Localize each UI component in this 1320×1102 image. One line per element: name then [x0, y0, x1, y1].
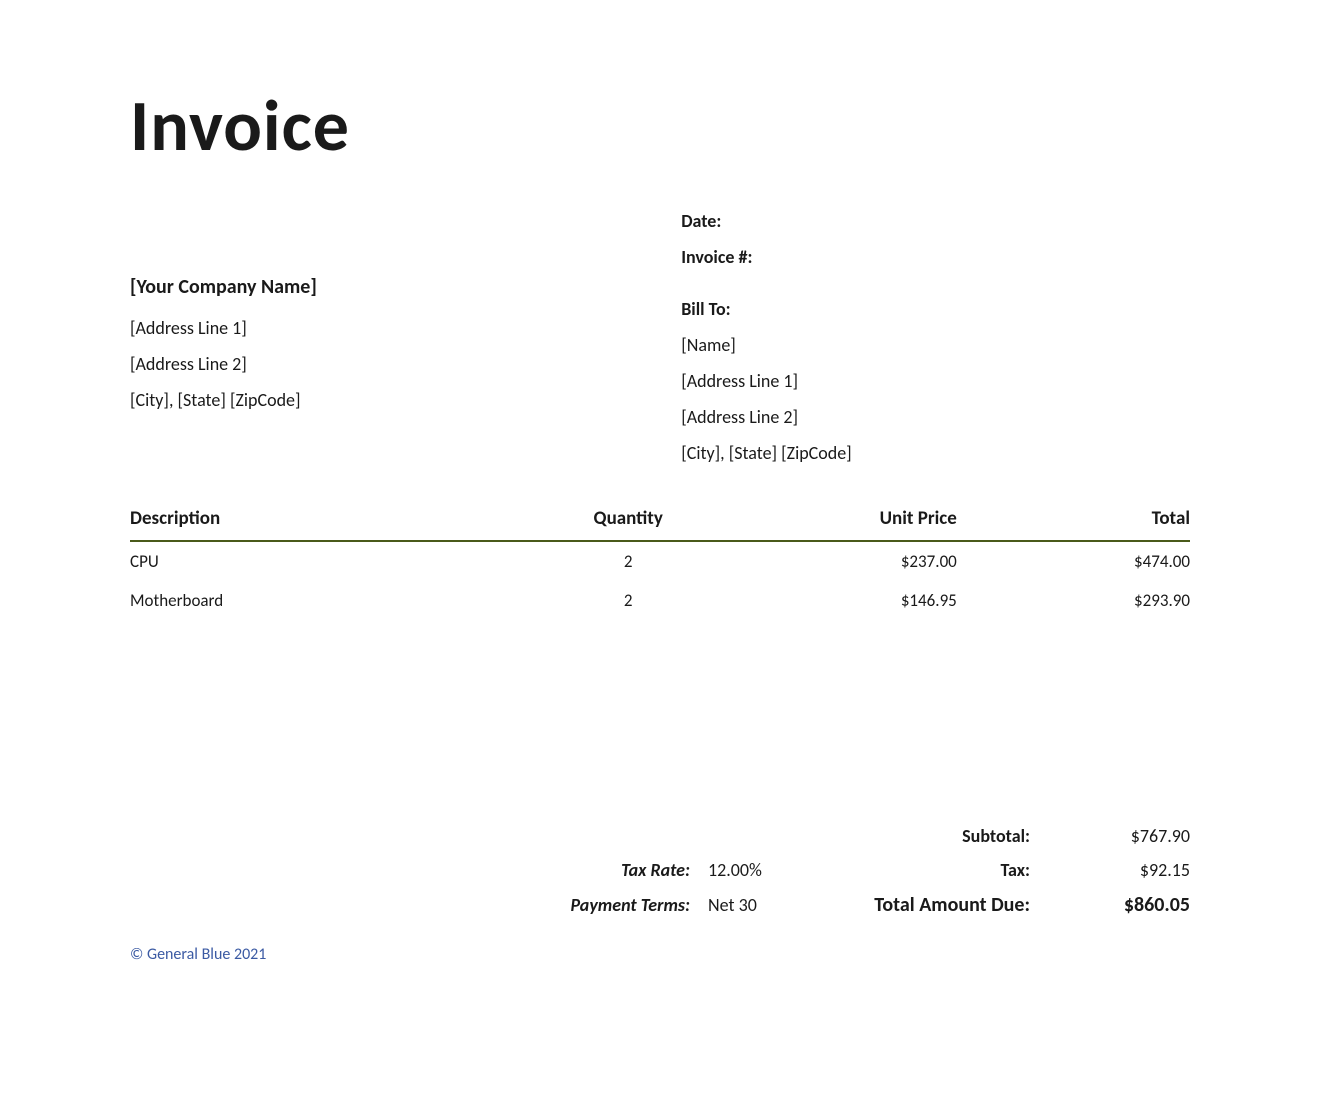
subtotal-value: $767.90: [1030, 825, 1190, 847]
line-items-table: Description Quantity Unit Price Total CP…: [130, 503, 1190, 620]
from-address1: [Address Line 1]: [130, 317, 639, 339]
summary-grid: Subtotal: $767.90 Tax Rate: 12.00% Tax: …: [530, 825, 1190, 917]
summary-area: Subtotal: $767.90 Tax Rate: 12.00% Tax: …: [130, 825, 1190, 917]
col-total: Total: [957, 503, 1190, 541]
cell-description: Motherboard: [130, 581, 533, 620]
cell-quantity: 2: [533, 581, 724, 620]
footer-copyright: © General Blue 2021: [130, 945, 1190, 964]
cell-total: $474.00: [957, 541, 1190, 581]
cell-unit-price: $146.95: [724, 581, 957, 620]
total-due-value: $860.05: [1030, 893, 1190, 917]
payment-terms-value: Net 30: [690, 894, 810, 916]
bill-to-address2: [Address Line 2]: [681, 406, 1190, 428]
from-block: [Your Company Name] [Address Line 1] [Ad…: [130, 180, 639, 478]
tax-rate-value: 12.00%: [690, 859, 810, 881]
table-row: Motherboard2$146.95$293.90: [130, 581, 1190, 620]
invoice-num-label: Invoice #:: [681, 246, 1190, 268]
bill-to-label: Bill To:: [681, 298, 1190, 320]
bill-to-address1: [Address Line 1]: [681, 370, 1190, 392]
date-label: Date:: [681, 210, 1190, 232]
total-due-label: Total Amount Due:: [810, 893, 1030, 917]
subtotal-label: Subtotal:: [810, 825, 1030, 847]
cell-description: CPU: [130, 541, 533, 581]
meta-bill-block: Date: Invoice #: Bill To: [Name] [Addres…: [681, 180, 1190, 478]
cell-unit-price: $237.00: [724, 541, 957, 581]
table-row: CPU2$237.00$474.00: [130, 541, 1190, 581]
tax-rate-label: Tax Rate:: [530, 859, 690, 881]
col-description: Description: [130, 503, 533, 541]
bill-to-city-state-zip: [City], [State] [ZipCode]: [681, 442, 1190, 464]
header-area: [Your Company Name] [Address Line 1] [Ad…: [130, 180, 1190, 478]
from-city-state-zip: [City], [State] [ZipCode]: [130, 389, 639, 411]
table-header-row: Description Quantity Unit Price Total: [130, 503, 1190, 541]
page-title: Invoice: [130, 82, 1190, 170]
from-address2: [Address Line 2]: [130, 353, 639, 375]
tax-value: $92.15: [1030, 859, 1190, 881]
cell-quantity: 2: [533, 541, 724, 581]
payment-terms-label: Payment Terms:: [530, 894, 690, 916]
col-quantity: Quantity: [533, 503, 724, 541]
tax-label: Tax:: [810, 859, 1030, 881]
cell-total: $293.90: [957, 581, 1190, 620]
from-company: [Your Company Name]: [130, 275, 639, 299]
col-unit-price: Unit Price: [724, 503, 957, 541]
bill-to-name: [Name]: [681, 334, 1190, 356]
